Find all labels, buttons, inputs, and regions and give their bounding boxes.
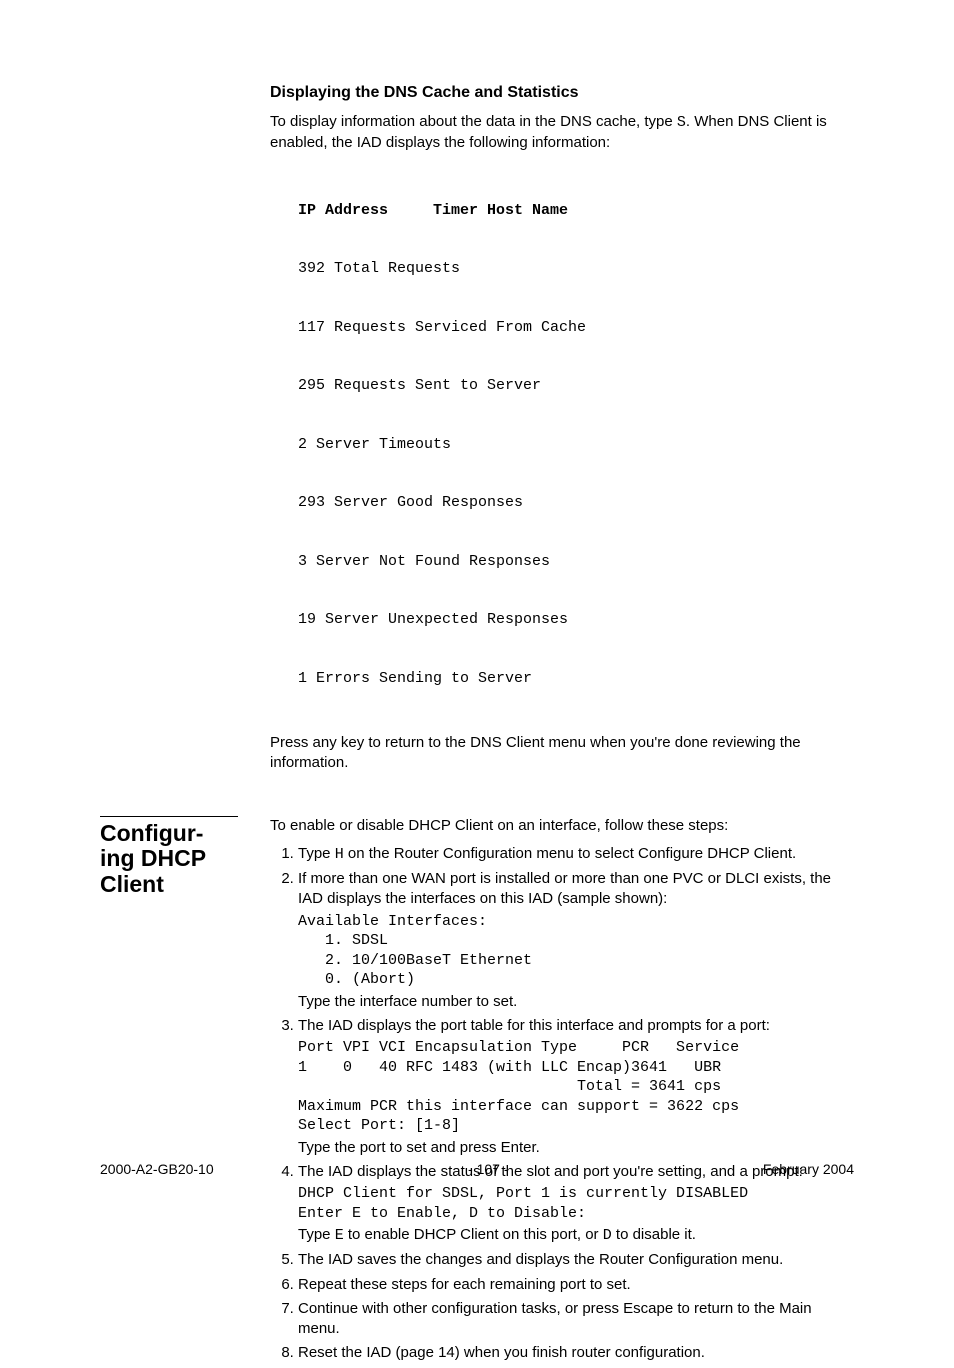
step-2-after: Type the interface number to set. (298, 993, 517, 1010)
page: Displaying the DNS Cache and Statistics … (0, 0, 954, 1235)
section-dhcp-client: Configur- ing DHCP Client To enable or d… (100, 816, 854, 1368)
section-dns-cache: Displaying the DNS Cache and Statistics … (100, 84, 854, 782)
step-3: The IAD displays the port table for this… (298, 1016, 854, 1158)
dns-code-line: 293 Server Good Responses (298, 493, 854, 513)
step-5: The IAD saves the changes and displays t… (298, 1250, 854, 1270)
dns-intro-a: To display information about the data in… (270, 113, 677, 130)
title-line: Client (100, 871, 164, 897)
step-1-a: Type (298, 845, 335, 862)
dns-outro: Press any key to return to the DNS Clien… (270, 733, 854, 774)
dns-code-line: 1 Errors Sending to Server (298, 669, 854, 689)
step-3-code: Port VPI VCI Encapsulation Type PCR Serv… (298, 1038, 854, 1136)
dns-code-line: 3 Server Not Found Responses (298, 552, 854, 572)
title-line: Configur- (100, 820, 203, 846)
dhcp-steps: Type H on the Router Configuration menu … (270, 844, 854, 1364)
step-4-code-d: D (603, 1227, 612, 1244)
page-footer: 2000-A2-GB20-10 - 107 - February 2004 (100, 1161, 854, 1177)
step-4-code: DHCP Client for SDSL, Port 1 is currentl… (298, 1184, 854, 1223)
step-4-code-e: E (335, 1227, 344, 1244)
section-title: Configur- ing DHCP Client (100, 821, 270, 898)
section-rule (100, 816, 238, 817)
step-3-after: Type the port to set and press Enter. (298, 1139, 540, 1156)
dns-heading: Displaying the DNS Cache and Statistics (270, 84, 854, 102)
dns-code-line: 19 Server Unexpected Responses (298, 610, 854, 630)
title-line: ing DHCP (100, 845, 206, 871)
step-2-code: Available Interfaces: 1. SDSL 2. 10/100B… (298, 912, 854, 990)
dns-code-line: 392 Total Requests (298, 259, 854, 279)
dns-code-line: 295 Requests Sent to Server (298, 376, 854, 396)
footer-left: 2000-A2-GB20-10 (100, 1161, 214, 1177)
step-7: Continue with other configuration tasks,… (298, 1299, 854, 1340)
step-6: Repeat these steps for each remaining po… (298, 1275, 854, 1295)
dns-intro: To display information about the data in… (270, 112, 854, 154)
step-1: Type H on the Router Configuration menu … (298, 844, 854, 865)
step-2: If more than one WAN port is installed o… (298, 869, 854, 1012)
dns-intro-code: S (677, 114, 686, 131)
step-1-code: H (335, 846, 344, 863)
dhcp-intro: To enable or disable DHCP Client on an i… (270, 816, 854, 836)
footer-right: February 2004 (763, 1161, 854, 1177)
step-3-text: The IAD displays the port table for this… (298, 1017, 770, 1034)
dns-code-header: IP Address Timer Host Name (298, 201, 854, 221)
dns-code-block: IP Address Timer Host Name 392 Total Req… (298, 162, 854, 728)
footer-center: - 107 - (468, 1161, 508, 1177)
step-1-b: on the Router Configuration menu to sele… (344, 845, 796, 862)
dns-code-line: 2 Server Timeouts (298, 435, 854, 455)
step-2-text: If more than one WAN port is installed o… (298, 870, 831, 907)
step-8: Reset the IAD (page 14) when you finish … (298, 1343, 854, 1363)
dns-code-line: 117 Requests Serviced From Cache (298, 318, 854, 338)
